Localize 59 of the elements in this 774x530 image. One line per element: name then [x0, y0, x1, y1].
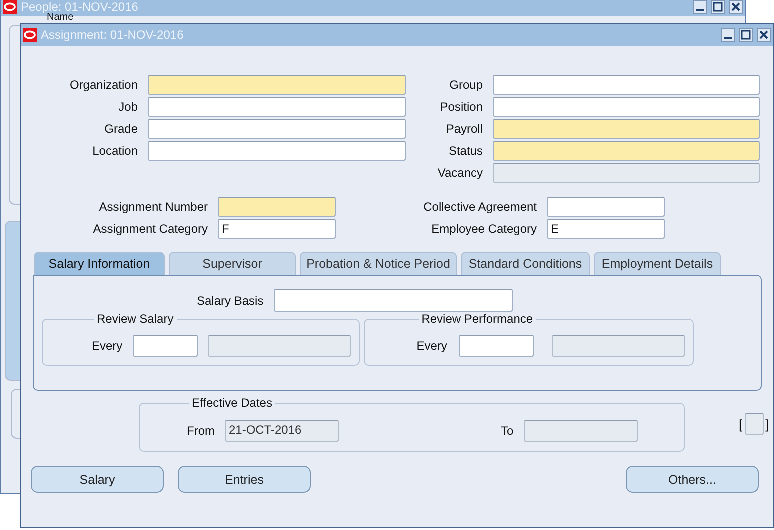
close-icon[interactable]	[729, 0, 743, 14]
logo-icon	[23, 28, 37, 42]
input-field[interactable]	[493, 75, 760, 95]
field-label: Every	[92, 338, 123, 352]
field-label: Assignment Category	[92, 222, 208, 236]
maximize-icon[interactable]	[739, 28, 753, 42]
field-label: Position	[439, 100, 483, 114]
input-field[interactable]	[459, 334, 534, 356]
input-field[interactable]	[218, 197, 336, 217]
group-title: Review Performance	[420, 312, 534, 326]
group-title: Review Salary	[96, 312, 175, 326]
field-label: Salary Basis	[197, 294, 264, 308]
maximize-icon[interactable]	[711, 0, 725, 14]
input-field[interactable]	[274, 289, 513, 312]
group-title: Effective Dates	[191, 396, 274, 410]
field-label: Every	[416, 338, 448, 352]
field-label: Job	[118, 100, 138, 114]
field-label: Status	[448, 144, 483, 158]
action-button[interactable]: Salary	[31, 466, 164, 493]
input-field[interactable]	[547, 197, 665, 217]
logo-icon	[3, 0, 17, 14]
input-field[interactable]	[493, 97, 760, 117]
field-label: From	[187, 424, 215, 438]
minimize-icon[interactable]	[721, 28, 735, 42]
field-label: To	[501, 424, 514, 438]
input-field[interactable]	[493, 141, 760, 161]
minimize-icon[interactable]	[693, 0, 707, 14]
input-field[interactable]	[148, 75, 406, 95]
field-label: Location	[92, 144, 138, 158]
field-label: Group	[448, 78, 483, 92]
action-button[interactable]: Others...	[626, 466, 759, 493]
checkbox[interactable]	[744, 413, 764, 435]
window-title: People: 01-NOV-2016	[21, 0, 138, 14]
field-label: Name	[47, 13, 74, 23]
tab[interactable]: Supervisor	[169, 252, 296, 275]
input-field[interactable]	[148, 141, 406, 161]
bracket-text: ]	[766, 416, 770, 432]
field-label: Grade	[104, 122, 138, 136]
field-label: Collective Agreement	[422, 200, 537, 214]
field-label: Payroll	[445, 122, 483, 136]
tab[interactable]: Salary Information	[34, 252, 165, 275]
window-title: Assignment: 01-NOV-2016	[41, 28, 184, 42]
field-label: Vacancy	[436, 166, 483, 180]
tab[interactable]: Employment Details	[594, 252, 721, 275]
input-field[interactable]	[148, 97, 406, 117]
action-button[interactable]: Entries	[178, 466, 311, 493]
close-icon[interactable]	[757, 28, 771, 42]
bracket-text: [	[739, 416, 743, 432]
input-field[interactable]	[148, 119, 406, 139]
field-label: Employee Category	[430, 222, 537, 236]
input-field[interactable]: E	[547, 219, 665, 239]
input-field: 21-OCT-2016	[225, 420, 339, 442]
field-label: Assignment Number	[98, 200, 208, 214]
input-field[interactable]	[132, 334, 198, 356]
tab[interactable]: Standard Conditions	[461, 252, 590, 275]
tab[interactable]: Probation & Notice Period	[300, 252, 457, 275]
input-field[interactable]	[493, 119, 760, 139]
input-field[interactable]: F	[218, 219, 336, 239]
field-label: Organization	[68, 78, 138, 92]
